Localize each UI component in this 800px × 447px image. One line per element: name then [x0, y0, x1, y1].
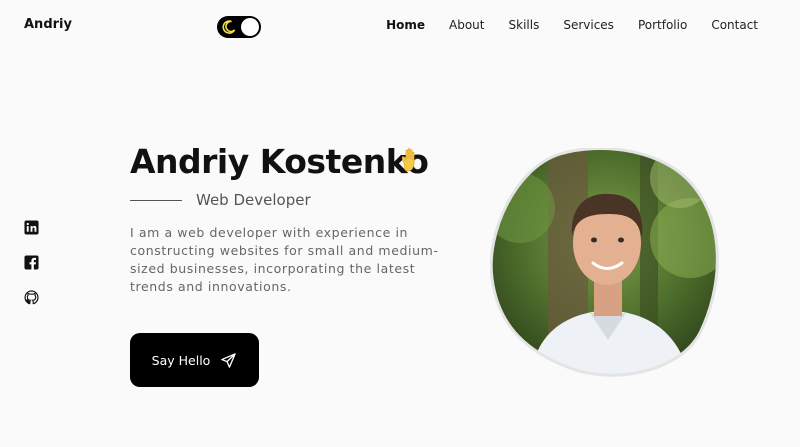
- toggle-knob: [241, 18, 259, 36]
- hero-subtitle: Web Developer: [196, 191, 311, 209]
- say-hello-label: Say Hello: [151, 352, 211, 368]
- say-hello-button[interactable]: Say Hello: [130, 333, 259, 387]
- theme-toggle[interactable]: [217, 16, 261, 38]
- nav-about[interactable]: About: [449, 18, 484, 32]
- subtitle-divider: [130, 200, 182, 201]
- github-icon[interactable]: [24, 290, 39, 305]
- facebook-icon[interactable]: [24, 255, 39, 270]
- nav-home[interactable]: Home: [386, 18, 425, 32]
- main-nav: Home About Skills Services Portfolio Con…: [386, 18, 758, 32]
- waving-hand-icon: [401, 148, 415, 172]
- nav-services[interactable]: Services: [563, 18, 614, 32]
- hero-description: I am a web developer with experience in …: [130, 225, 439, 294]
- moon-icon: [222, 20, 236, 34]
- linkedin-icon[interactable]: [24, 220, 39, 235]
- logo[interactable]: Andriy: [24, 17, 72, 32]
- nav-contact[interactable]: Contact: [711, 18, 758, 32]
- nav-skills[interactable]: Skills: [509, 18, 540, 32]
- send-icon: [221, 352, 237, 368]
- social-links: [24, 220, 40, 325]
- profile-photo: [490, 148, 719, 377]
- hero-name: Andriy Kostenko: [130, 142, 429, 181]
- header: Andriy Home About Skills Services Portfo…: [0, 0, 800, 54]
- nav-portfolio[interactable]: Portfolio: [638, 18, 687, 32]
